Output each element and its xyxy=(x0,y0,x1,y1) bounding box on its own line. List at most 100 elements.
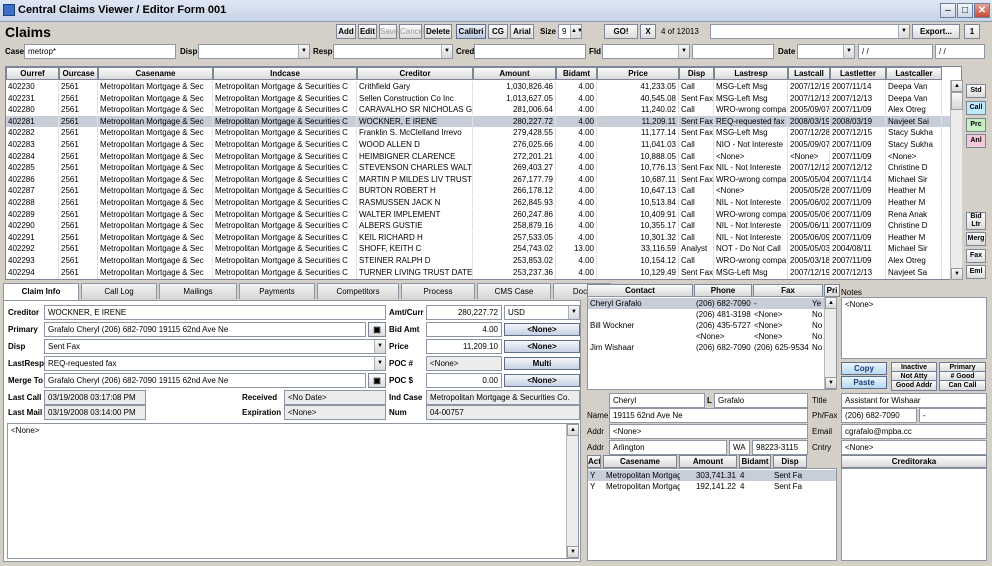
side-button-call[interactable]: Call xyxy=(966,101,986,115)
clear-button[interactable]: X xyxy=(640,24,656,39)
side-button-prc[interactable]: Prc xyxy=(966,118,986,132)
contact-row[interactable]: Cheryl Grafalo (206) 682-7090- Ye xyxy=(588,298,824,309)
table-row[interactable]: 402292 2561 Metropolitan Mortgage & Sec Met… xyxy=(6,243,961,255)
chevron-down-icon[interactable]: ▼ xyxy=(898,25,909,38)
contact-city-input[interactable]: Arlington xyxy=(609,440,727,455)
pocs-none-button[interactable]: <None> xyxy=(504,374,580,387)
scroll-up-icon[interactable]: ▲ xyxy=(567,424,579,436)
column-header-disp[interactable]: Disp xyxy=(679,67,714,80)
disp-filter-select[interactable]: ▼ xyxy=(198,44,310,59)
mergeto-input[interactable]: Grafalo Cheryl (206) 682-7090 19115 62nd… xyxy=(44,373,366,388)
tab-mailings[interactable]: Mailings xyxy=(159,283,237,299)
column-header-lastresp[interactable]: Lastresp xyxy=(714,67,788,80)
creditor-input[interactable]: WOCKNER, E IRENE xyxy=(44,305,386,320)
font-arial-button[interactable]: Arial xyxy=(510,24,534,39)
column-header-lastcaller[interactable]: Lastcaller xyxy=(886,67,942,80)
tab-claim-info[interactable]: Claim Info xyxy=(3,283,79,300)
contact-row[interactable]: Bill Wockner (206) 435-5727 <None> No xyxy=(588,320,824,331)
chevron-down-icon[interactable]: ▼ xyxy=(843,45,854,58)
table-row[interactable]: 402280 2561 Metropolitan Mortgage & Sec Met… xyxy=(6,104,961,116)
chevron-down-icon[interactable]: ▼ xyxy=(441,45,452,58)
bidamt-input[interactable]: 4.00 xyxy=(426,322,502,337)
tab-payments[interactable]: Payments xyxy=(239,283,315,299)
maximize-icon[interactable]: □ xyxy=(957,3,973,18)
date-to-input[interactable]: / / xyxy=(935,44,985,59)
notes-memo[interactable]: <None> xyxy=(841,297,987,359)
side-button-std[interactable]: Std xyxy=(966,84,986,98)
case-header-act[interactable]: Act xyxy=(587,455,601,468)
side-button-anl[interactable]: Anl xyxy=(966,134,986,148)
size-spinner-icon[interactable]: ▲▼ xyxy=(570,25,581,38)
mergeto-lookup-icon[interactable]: ▣ xyxy=(368,373,386,388)
case-header-creditoraka[interactable]: Creditoraka xyxy=(841,455,987,468)
chevron-down-icon[interactable]: ▼ xyxy=(374,340,385,353)
chevron-down-icon[interactable]: ▼ xyxy=(568,306,579,319)
case-header-bidamt[interactable]: Bidamt xyxy=(739,455,771,468)
add-button[interactable]: Add xyxy=(336,24,356,39)
scroll-down-icon[interactable]: ▼ xyxy=(567,546,579,558)
claims-grid[interactable]: Ourref Ourcase Casename Indcase Creditor Amou… xyxy=(5,66,962,280)
side-button-merge[interactable]: Merg xyxy=(966,232,986,246)
column-header-casename[interactable]: Casename xyxy=(98,67,213,80)
column-header-ourcase[interactable]: Ourcase xyxy=(59,67,98,80)
cred-filter-input[interactable] xyxy=(474,44,586,59)
table-row[interactable]: 402282 2561 Metropolitan Mortgage & Sec Met… xyxy=(6,127,961,139)
case-header-amount[interactable]: Amount xyxy=(679,455,737,468)
copy-button[interactable]: Copy xyxy=(841,362,887,375)
scroll-down-icon[interactable]: ▼ xyxy=(951,268,963,280)
table-row[interactable]: 402286 2561 Metropolitan Mortgage & Sec Met… xyxy=(6,173,961,185)
multi-button[interactable]: Multi xyxy=(504,357,580,370)
font-calibri-button[interactable]: Calibri xyxy=(456,24,486,39)
table-row[interactable]: 402288 2561 Metropolitan Mortgage & Sec Met… xyxy=(6,197,961,208)
contact-address1-input[interactable]: 19115 62nd Ave Ne xyxy=(609,408,808,423)
tab-call-log[interactable]: Call Log xyxy=(81,283,157,299)
chevron-down-icon[interactable]: ▼ xyxy=(678,45,689,58)
primary-lookup-icon[interactable]: ▣ xyxy=(368,322,386,337)
contact-fax-input[interactable]: - xyxy=(919,408,987,423)
case-filter-input[interactable]: metrop* xyxy=(24,44,176,59)
column-header-lastletter[interactable]: Lastletter xyxy=(830,67,886,80)
table-row[interactable]: 402293 2561 Metropolitan Mortgage & Sec Met… xyxy=(6,255,961,266)
contact-row[interactable]: (206) 481-3198 <None> No xyxy=(588,309,824,320)
column-header-bidamt[interactable]: Bidamt xyxy=(556,67,597,80)
export-button[interactable]: Export... xyxy=(912,24,960,39)
good-addr-button[interactable]: Good Addr xyxy=(891,380,937,391)
table-row[interactable]: 402287 2561 Metropolitan Mortgage & Sec Met… xyxy=(6,185,961,197)
font-cg-button[interactable]: CG xyxy=(488,24,508,39)
contacts-list[interactable]: Cheryl Grafalo (206) 682-7090- Ye (206) 481… xyxy=(587,296,837,390)
go-button[interactable]: GO! xyxy=(604,24,638,39)
saved-filter-select[interactable]: ▼ xyxy=(710,24,910,39)
table-row[interactable]: 402231 2561 Metropolitan Mortgage & Sec Met… xyxy=(6,92,961,104)
column-header-amount[interactable]: Amount xyxy=(473,67,556,80)
contact-zip-input[interactable]: 98223-3115 xyxy=(752,440,808,455)
date-from-input[interactable]: / / xyxy=(858,44,933,59)
side-button-email[interactable]: Eml xyxy=(966,265,986,279)
can-call-button[interactable]: Can Call xyxy=(939,380,986,391)
contact-country-input[interactable]: <None> xyxy=(841,440,987,455)
save-button[interactable]: Save xyxy=(379,24,398,39)
contact-state-input[interactable]: WA xyxy=(729,440,750,455)
side-button-fax[interactable]: Fax xyxy=(966,249,986,263)
grid-scrollbar[interactable]: ▲ ▼ xyxy=(950,80,963,280)
tab-process[interactable]: Process xyxy=(401,283,475,299)
price-input[interactable]: 11,209.10 xyxy=(426,339,502,354)
amount-input[interactable]: 280,227.72 xyxy=(426,305,502,320)
table-row[interactable]: 402290 2561 Metropolitan Mortgage & Sec Met… xyxy=(6,220,961,232)
contact-last-input[interactable]: Grafalo xyxy=(714,393,808,408)
table-row[interactable]: 402285 2561 Metropolitan Mortgage & Sec Met… xyxy=(6,162,961,174)
table-row[interactable]: 402281 2561 Metropolitan Mortgage & Sec Met… xyxy=(6,115,961,127)
scroll-up-icon[interactable]: ▲ xyxy=(951,80,963,92)
scroll-down-icon[interactable]: ▼ xyxy=(825,377,837,389)
memo-scrollbar[interactable]: ▲ ▼ xyxy=(566,424,579,558)
paste-button[interactable]: Paste xyxy=(841,376,887,389)
delete-button[interactable]: Delete xyxy=(424,24,452,39)
resp-filter-select[interactable]: ▼ xyxy=(333,44,453,59)
disp-select[interactable]: Sent Fax ▼ xyxy=(44,339,386,354)
tab-cms-case[interactable]: CMS Case xyxy=(477,283,551,299)
contact-row[interactable]: <None> <None> No xyxy=(588,331,824,342)
pocs-input[interactable]: 0.00 xyxy=(426,373,502,388)
date-field-select[interactable]: ▼ xyxy=(797,44,855,59)
table-row[interactable]: 4022952561Metropolitan Mortgage & SecMet… xyxy=(6,278,961,279)
column-header-ourref[interactable]: Ourref xyxy=(6,67,59,80)
case-list[interactable]: Y Metropolitan Mortgage 303,741.31 4 Sent Fa… xyxy=(587,468,837,561)
